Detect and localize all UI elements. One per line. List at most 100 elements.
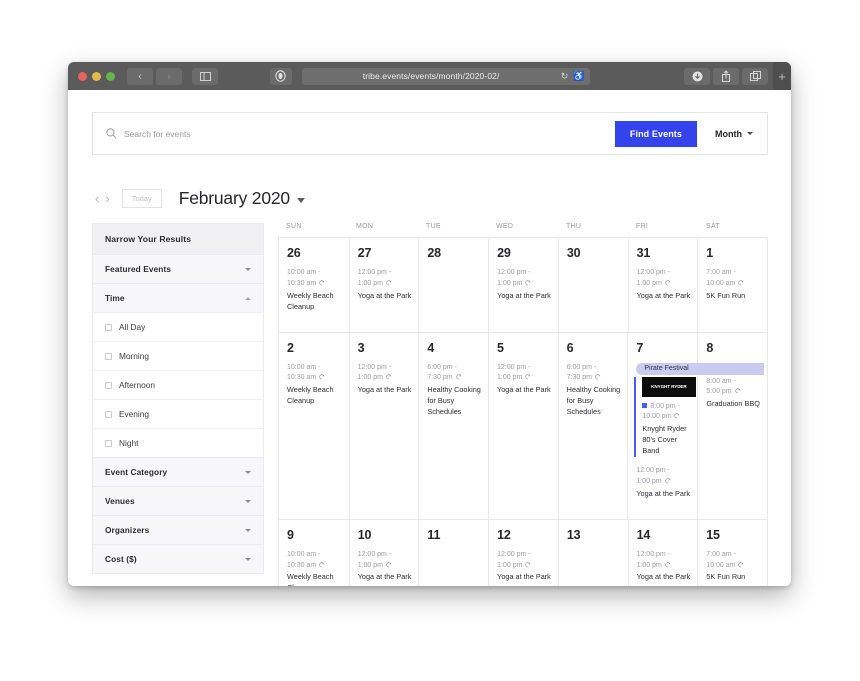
filter-group-event-category[interactable]: Event Category [93, 457, 263, 486]
event-item[interactable]: 6:00 pm -7:30 pm Healthy Cooking for Bus… [427, 363, 481, 419]
view-selector[interactable]: Month [715, 129, 753, 139]
event-item[interactable]: 12:00 pm -1:00 pm Yoga at the Park [497, 550, 551, 584]
next-month-button[interactable]: › [102, 192, 112, 205]
filter-option-evening[interactable]: Evening [93, 399, 263, 428]
filter-group-venues[interactable]: Venues [93, 486, 263, 515]
event-title[interactable]: Yoga at the Park [358, 572, 412, 583]
day-number: 14 [636, 527, 651, 542]
event-item[interactable]: 7:00 am -10:00 am 5K Fun Run [706, 268, 760, 302]
reload-icon[interactable]: ↻ [561, 71, 569, 82]
event-title[interactable]: 5K Fun Run [706, 572, 760, 583]
checkbox[interactable] [105, 381, 112, 389]
share-icon[interactable] [713, 67, 739, 85]
event-title[interactable]: Yoga at the Park [497, 291, 551, 302]
event-item[interactable]: 6:00 pm -7:30 pm Healthy Cooking for Bus… [567, 363, 621, 419]
checkbox[interactable] [105, 352, 112, 360]
calendar-day-cell[interactable]: 11 [418, 519, 488, 586]
find-events-button[interactable]: Find Events [614, 120, 697, 147]
event-title[interactable]: 5K Fun Run [706, 291, 760, 302]
event-item[interactable]: 10:00 am -10:30 am Weekly Beach Cleanup [287, 268, 342, 313]
back-icon[interactable]: ‹ [127, 67, 153, 85]
filter-option-morning[interactable]: Morning [93, 341, 263, 370]
search-input[interactable] [124, 128, 615, 139]
event-title[interactable]: Yoga at the Park [497, 572, 551, 583]
privacy-shield-icon[interactable] [269, 67, 292, 85]
magnifier-glyph [106, 128, 117, 139]
filter-option-afternoon[interactable]: Afternoon [93, 370, 263, 399]
filter-group-organizers[interactable]: Organizers [93, 515, 263, 544]
calendar-day-cell[interactable]: 28 [418, 238, 488, 332]
event-item[interactable]: 12:00 pm -1:00 pm Yoga at the Park [358, 550, 412, 584]
calendar-day-cell[interactable]: 27 12:00 pm -1:00 pm Yoga at the Park [348, 238, 419, 332]
event-item[interactable]: 7:00 am -10:00 am 5K Fun Run [706, 550, 760, 584]
previous-month-button[interactable]: ‹ [92, 192, 102, 205]
event-title[interactable]: Weekly Beach Cleanup [287, 385, 342, 407]
event-title[interactable]: Yoga at the Park [636, 489, 690, 500]
checkbox[interactable] [105, 323, 112, 331]
calendar-day-cell[interactable]: 3 12:00 pm -1:00 pm Yoga at the Park [348, 332, 419, 519]
calendar-day-cell[interactable]: 30 [557, 238, 628, 332]
day-number: 15 [706, 527, 720, 542]
event-item[interactable]: 10:00 am -10:30 am Weekly Beach Cleanup [287, 363, 342, 408]
featured-event-item[interactable]: KNYGHT RYDER 8:00 pm -10:00 pm Knyght Ryd… [634, 376, 697, 458]
calendar-day-cell[interactable]: 7 Pirate Festival KNYGHT RYDER 8:00 pm -10:… [627, 332, 765, 519]
new-tab-button[interactable]: + [773, 62, 791, 90]
day-number: 30 [566, 246, 581, 260]
filter-group-featured-events[interactable]: Featured Events [93, 254, 263, 283]
filter-option-night[interactable]: Night [93, 428, 263, 457]
event-item[interactable]: 12:00 pm -1:00 pm Yoga at the Park [358, 268, 412, 302]
event-item[interactable]: 12:00 pm -1:00 pm Yoga at the Park [636, 466, 690, 500]
calendar-day-cell[interactable]: 29 12:00 pm -1:00 pm Yoga at the Park [488, 238, 558, 332]
event-title[interactable]: Weekly Beach Cleanup [287, 291, 342, 313]
calendar-day-cell[interactable]: 1 7:00 am -10:00 am 5K Fun Run [697, 238, 767, 332]
checkbox[interactable] [105, 410, 112, 418]
calendar-day-cell[interactable]: 31 12:00 pm -1:00 pm Yoga at the Park [627, 238, 698, 332]
calendar-day-cell[interactable]: 5 12:00 pm -1:00 pm Yoga at the Park [488, 332, 558, 519]
event-thumbnail[interactable]: KNYGHT RYDER [642, 376, 697, 397]
filter-group-cost[interactable]: Cost ($) [93, 544, 263, 573]
event-title[interactable]: Knyght Ryder 80's Cover Band [642, 424, 690, 457]
calendar-day-cell[interactable]: 2 10:00 am -10:30 am Weekly Beach Cleanup [279, 333, 349, 519]
event-title[interactable]: Yoga at the Park [358, 291, 412, 302]
event-item[interactable]: 12:00 pm -1:00 pm Yoga at the Park [497, 268, 551, 302]
event-title[interactable]: Yoga at the Park [358, 385, 412, 396]
forward-icon[interactable]: › [156, 67, 182, 85]
accessibility-icon[interactable]: ♿ [573, 71, 584, 82]
calendar-day-cell[interactable]: 26 10:00 am -10:30 am Weekly Beach Cleanu… [279, 238, 349, 332]
calendar-day-cell[interactable]: 15 7:00 am -10:00 am 5K Fun Run [697, 519, 767, 586]
event-title[interactable]: Healthy Cooking for Busy Schedules [427, 385, 481, 418]
event-title[interactable]: Weekly Beach Cleanup [287, 572, 342, 586]
event-title[interactable]: Yoga at the Park [637, 572, 691, 583]
calendar-day-cell[interactable]: 8 8:00 am -5:00 pm Graduation BBQ [697, 332, 767, 519]
multi-day-event-bar[interactable]: Pirate Festival [636, 362, 765, 375]
close-window-button[interactable] [78, 71, 87, 81]
calendar-day-cell[interactable]: 9 10:00 am -10:30 am Weekly Beach Cleanup [279, 520, 349, 586]
event-title[interactable]: Yoga at the Park [497, 385, 551, 396]
month-dropdown-icon[interactable] [296, 198, 305, 203]
filter-group-time[interactable]: Time [93, 283, 263, 312]
calendar-day-cell[interactable]: 13 [557, 519, 628, 586]
event-item[interactable]: 12:00 pm -1:00 pm Yoga at the Park [497, 363, 551, 397]
tab-overview-icon[interactable] [742, 67, 768, 85]
event-item[interactable]: 12:00 pm -1:00 pm Yoga at the Park [637, 268, 691, 302]
minimize-window-button[interactable] [92, 71, 101, 81]
maximize-window-button[interactable] [106, 71, 115, 81]
sidebar-icon[interactable] [192, 67, 218, 85]
calendar-day-cell[interactable]: 12 12:00 pm -1:00 pm Yoga at the Park [488, 519, 558, 586]
event-title[interactable]: Graduation BBQ [706, 399, 760, 410]
event-item[interactable]: 10:00 am -10:30 am Weekly Beach Cleanup [287, 550, 342, 586]
calendar-day-cell[interactable]: 4 6:00 pm -7:30 pm Healthy Cooking for Bu… [418, 332, 488, 519]
calendar-day-cell[interactable]: 6 6:00 pm -7:30 pm Healthy Cooking for Bu… [557, 332, 628, 519]
event-title[interactable]: Yoga at the Park [637, 291, 691, 302]
url-input[interactable]: tribe.events/events/month/2020-02/ ↻ ♿ [301, 67, 590, 85]
calendar-day-cell[interactable]: 10 12:00 pm -1:00 pm Yoga at the Park [348, 519, 419, 586]
event-item[interactable]: 12:00 pm -1:00 pm Yoga at the Park [358, 363, 412, 397]
event-item[interactable]: 12:00 pm -1:00 pm Yoga at the Park [637, 550, 691, 584]
download-icon[interactable] [684, 67, 710, 85]
checkbox[interactable] [105, 439, 112, 447]
event-item[interactable]: 8:00 am -5:00 pm Graduation BBQ [706, 377, 760, 411]
event-title[interactable]: Healthy Cooking for Busy Schedules [567, 385, 621, 418]
calendar-day-cell[interactable]: 14 12:00 pm -1:00 pm Yoga at the Park [627, 519, 698, 586]
today-button[interactable]: Today [121, 189, 162, 208]
filter-option-all-day[interactable]: All Day [93, 312, 263, 341]
